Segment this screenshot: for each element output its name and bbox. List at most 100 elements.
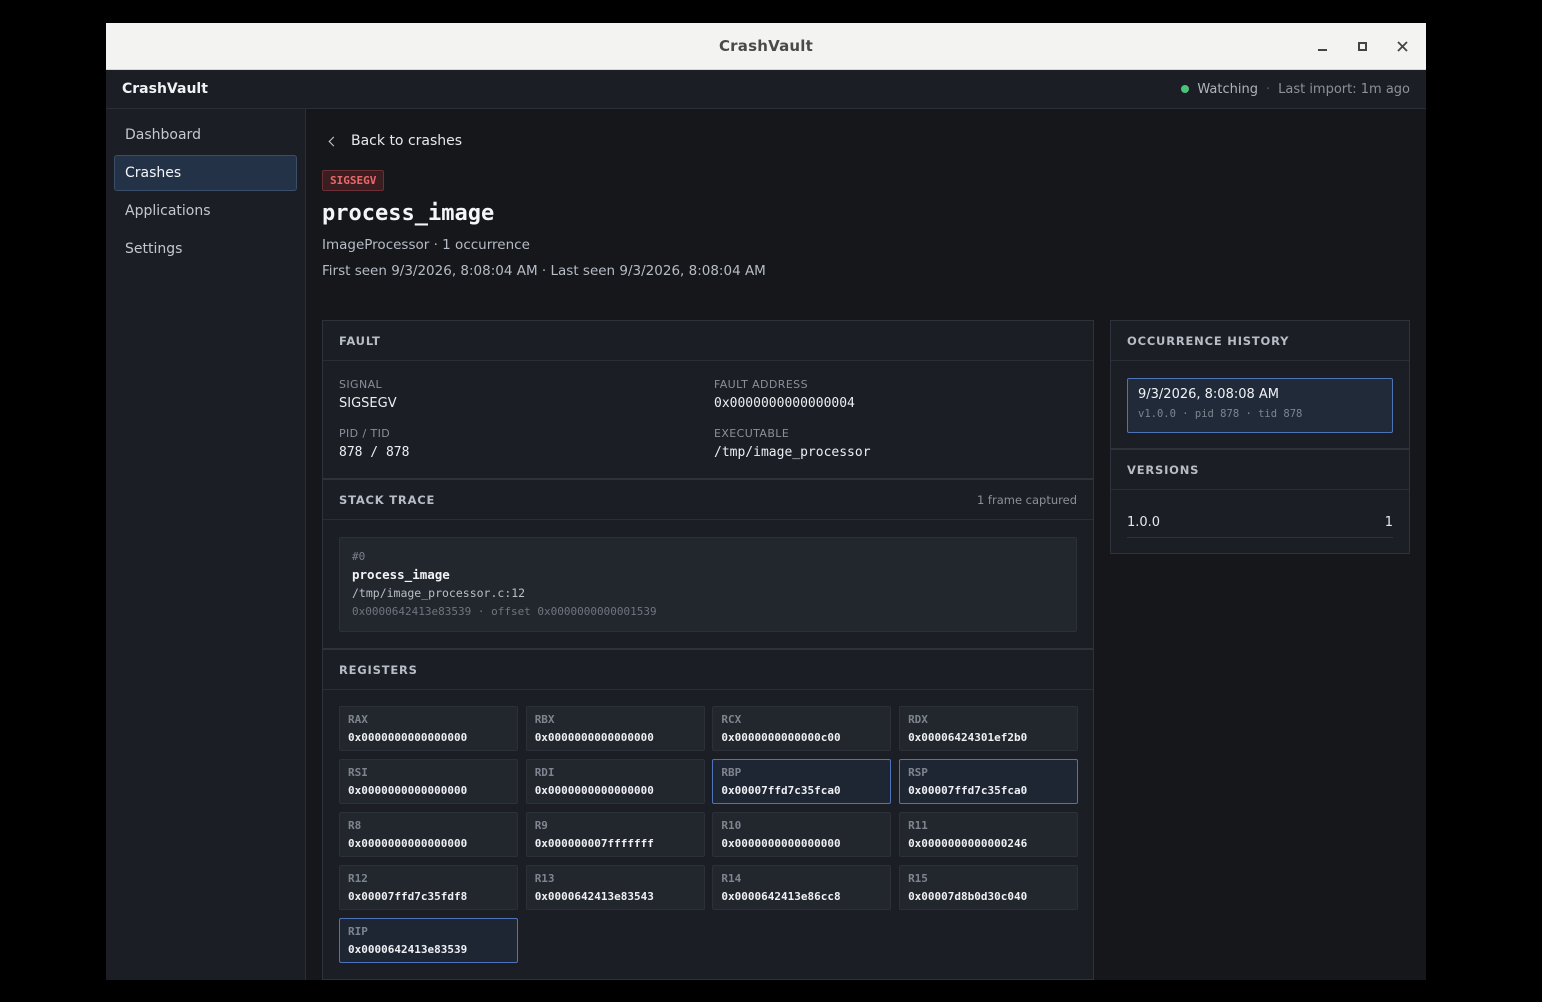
register-value: 0x00006424301ef2b0 bbox=[908, 731, 1028, 744]
register-value: 0x0000000000000000 bbox=[348, 731, 468, 744]
register-r14: R14 0x0000642413e86cc8 bbox=[712, 865, 892, 910]
chevron-left-icon bbox=[328, 136, 339, 146]
register-rsp: RSP 0x00007ffd7c35fca0 bbox=[899, 759, 1079, 804]
register-r9: R9 0x000000007fffffff bbox=[525, 812, 705, 857]
stack-trace-header: STACK TRACE 1 frame captured bbox=[323, 480, 1093, 520]
pid-tid-field: PID / TID 878 / 878 bbox=[339, 427, 409, 460]
fault-address-label: FAULT ADDRESS bbox=[714, 378, 808, 391]
occurrence-time: 9/3/2026, 8:08:08 AM bbox=[1138, 387, 1280, 402]
register-value: 0x0000000000000000 bbox=[348, 837, 468, 850]
register-r12: R12 0x00007ffd7c35fdf8 bbox=[339, 865, 518, 910]
signal-value: SIGSEGV bbox=[339, 396, 397, 411]
app-header: CrashVault Watching · Last import: 1m ag… bbox=[106, 70, 1426, 109]
register-value: 0x0000000000000000 bbox=[534, 784, 654, 797]
signal-label: SIGNAL bbox=[339, 378, 383, 391]
register-value: 0x00007ffd7c35fca0 bbox=[908, 784, 1028, 797]
registers-panel: REGISTERS RAX 0x0000000000000000 RBX 0x0000… bbox=[322, 649, 1094, 980]
frame-function: process_image bbox=[352, 567, 450, 582]
register-value: 0x0000000000000000 bbox=[348, 784, 468, 797]
watch-status-label: Watching bbox=[1197, 81, 1258, 97]
stack-frame[interactable]: #0 process_image /tmp/image_processor.c:… bbox=[339, 537, 1077, 632]
register-rsi: RSI 0x0000000000000000 bbox=[339, 759, 518, 804]
register-name: R8 bbox=[348, 819, 362, 832]
maximize-button[interactable] bbox=[1342, 23, 1382, 70]
sidebar-item-applications[interactable]: Applications bbox=[114, 193, 297, 229]
register-value: 0x0000000000000246 bbox=[908, 837, 1028, 850]
crash-seen-times: First seen 9/3/2026, 8:08:04 AM · Last s… bbox=[322, 263, 766, 279]
frame-source: /tmp/image_processor.c:12 bbox=[352, 586, 526, 600]
version-count: 1 bbox=[1384, 515, 1393, 530]
register-name: R13 bbox=[534, 872, 555, 885]
register-rbx: RBX 0x0000000000000000 bbox=[525, 706, 705, 751]
pid-tid-value: 878 / 878 bbox=[339, 445, 410, 460]
frame-address: 0x0000642413e83539 · offset 0x0000000000… bbox=[352, 605, 657, 618]
register-value: 0x00007d8b0d30c040 bbox=[908, 890, 1028, 903]
register-value: 0x00007ffd7c35fdf8 bbox=[348, 890, 468, 903]
register-value: 0x00007ffd7c35fca0 bbox=[721, 784, 841, 797]
version-row: 1.0.0 1 bbox=[1127, 508, 1393, 538]
register-name: R9 bbox=[534, 819, 548, 832]
close-button[interactable] bbox=[1382, 23, 1422, 70]
app-brand: CrashVault bbox=[122, 81, 208, 97]
version-label: 1.0.0 bbox=[1127, 515, 1161, 530]
register-value: 0x0000642413e83543 bbox=[534, 890, 654, 903]
back-to-crashes-link[interactable]: Back to crashes bbox=[322, 129, 462, 153]
register-rbp: RBP 0x00007ffd7c35fca0 bbox=[712, 759, 892, 804]
close-icon bbox=[1396, 41, 1408, 52]
register-name: RDI bbox=[534, 766, 555, 779]
executable-value: /tmp/image_processor bbox=[714, 445, 871, 460]
register-name: R10 bbox=[721, 819, 742, 832]
sidebar-item-crashes[interactable]: Crashes bbox=[114, 155, 297, 191]
register-r10: R10 0x0000000000000000 bbox=[712, 812, 892, 857]
last-import-label: Last import: 1m ago bbox=[1278, 81, 1410, 97]
signal-field: SIGNAL SIGSEGV bbox=[339, 378, 397, 411]
fault-panel: FAULT SIGNAL SIGSEGV FAULT ADDRESS 0x000… bbox=[322, 320, 1094, 479]
stack-trace-panel: STACK TRACE 1 frame captured #0 process_… bbox=[322, 479, 1094, 649]
versions-panel: VERSIONS 1.0.0 1 bbox=[1110, 449, 1410, 554]
register-name: RBX bbox=[534, 713, 555, 726]
status-separator: · bbox=[1265, 81, 1271, 97]
register-value: 0x0000642413e83539 bbox=[348, 943, 468, 956]
executable-label: EXECUTABLE bbox=[714, 427, 790, 440]
register-name: RDX bbox=[908, 713, 928, 726]
stack-trace-heading: STACK TRACE bbox=[339, 492, 436, 507]
fault-address-value: 0x0000000000000004 bbox=[714, 396, 855, 411]
watch-status: Watching · Last import: 1m ago bbox=[1181, 82, 1410, 97]
occurrence-history-heading: OCCURRENCE HISTORY bbox=[1111, 321, 1409, 361]
sidebar: Dashboard Crashes Applications Settings bbox=[106, 109, 306, 980]
register-r15: R15 0x00007d8b0d30c040 bbox=[899, 865, 1079, 910]
versions-heading: VERSIONS bbox=[1111, 450, 1409, 490]
register-rdi: RDI 0x0000000000000000 bbox=[525, 759, 705, 804]
register-name: RCX bbox=[721, 713, 742, 726]
register-rax: RAX 0x0000000000000000 bbox=[339, 706, 518, 751]
register-value: 0x0000000000000c00 bbox=[721, 731, 841, 744]
window-titlebar[interactable]: CrashVault bbox=[106, 23, 1426, 70]
fault-heading: FAULT bbox=[323, 321, 1093, 361]
register-name: RIP bbox=[348, 925, 368, 938]
register-r13: R13 0x0000642413e83543 bbox=[525, 865, 705, 910]
back-label: Back to crashes bbox=[351, 133, 463, 149]
register-value: 0x0000000000000000 bbox=[721, 837, 841, 850]
registers-heading: REGISTERS bbox=[323, 650, 1093, 690]
signal-badge: SIGSEGV bbox=[322, 170, 385, 191]
minimize-button[interactable] bbox=[1302, 23, 1342, 70]
status-dot-icon bbox=[1181, 85, 1190, 93]
frames-captured-count: 1 frame captured bbox=[976, 492, 1077, 507]
sidebar-item-dashboard[interactable]: Dashboard bbox=[114, 117, 297, 153]
app-window: CrashVault CrashVault Watching · Last im… bbox=[106, 23, 1426, 980]
page-title: process_image bbox=[322, 201, 495, 226]
sidebar-item-settings[interactable]: Settings bbox=[114, 231, 297, 267]
register-value: 0x0000642413e86cc8 bbox=[721, 890, 841, 903]
minimize-icon bbox=[1317, 49, 1327, 51]
pid-tid-label: PID / TID bbox=[339, 427, 391, 440]
register-grid: RAX 0x0000000000000000 RBX 0x00000000000000… bbox=[339, 706, 1079, 963]
occurrence-item[interactable]: 9/3/2026, 8:08:08 AM v1.0.0 · pid 878 · … bbox=[1127, 378, 1393, 433]
register-value: 0x0000000000000000 bbox=[534, 731, 654, 744]
register-name: RSI bbox=[348, 766, 368, 779]
maximize-icon bbox=[1357, 42, 1367, 51]
register-value: 0x000000007fffffff bbox=[534, 837, 654, 850]
register-rip: RIP 0x0000642413e83539 bbox=[339, 918, 518, 963]
register-r11: R11 0x0000000000000246 bbox=[899, 812, 1079, 857]
window-title: CrashVault bbox=[718, 37, 814, 55]
register-name: R15 bbox=[908, 872, 928, 885]
